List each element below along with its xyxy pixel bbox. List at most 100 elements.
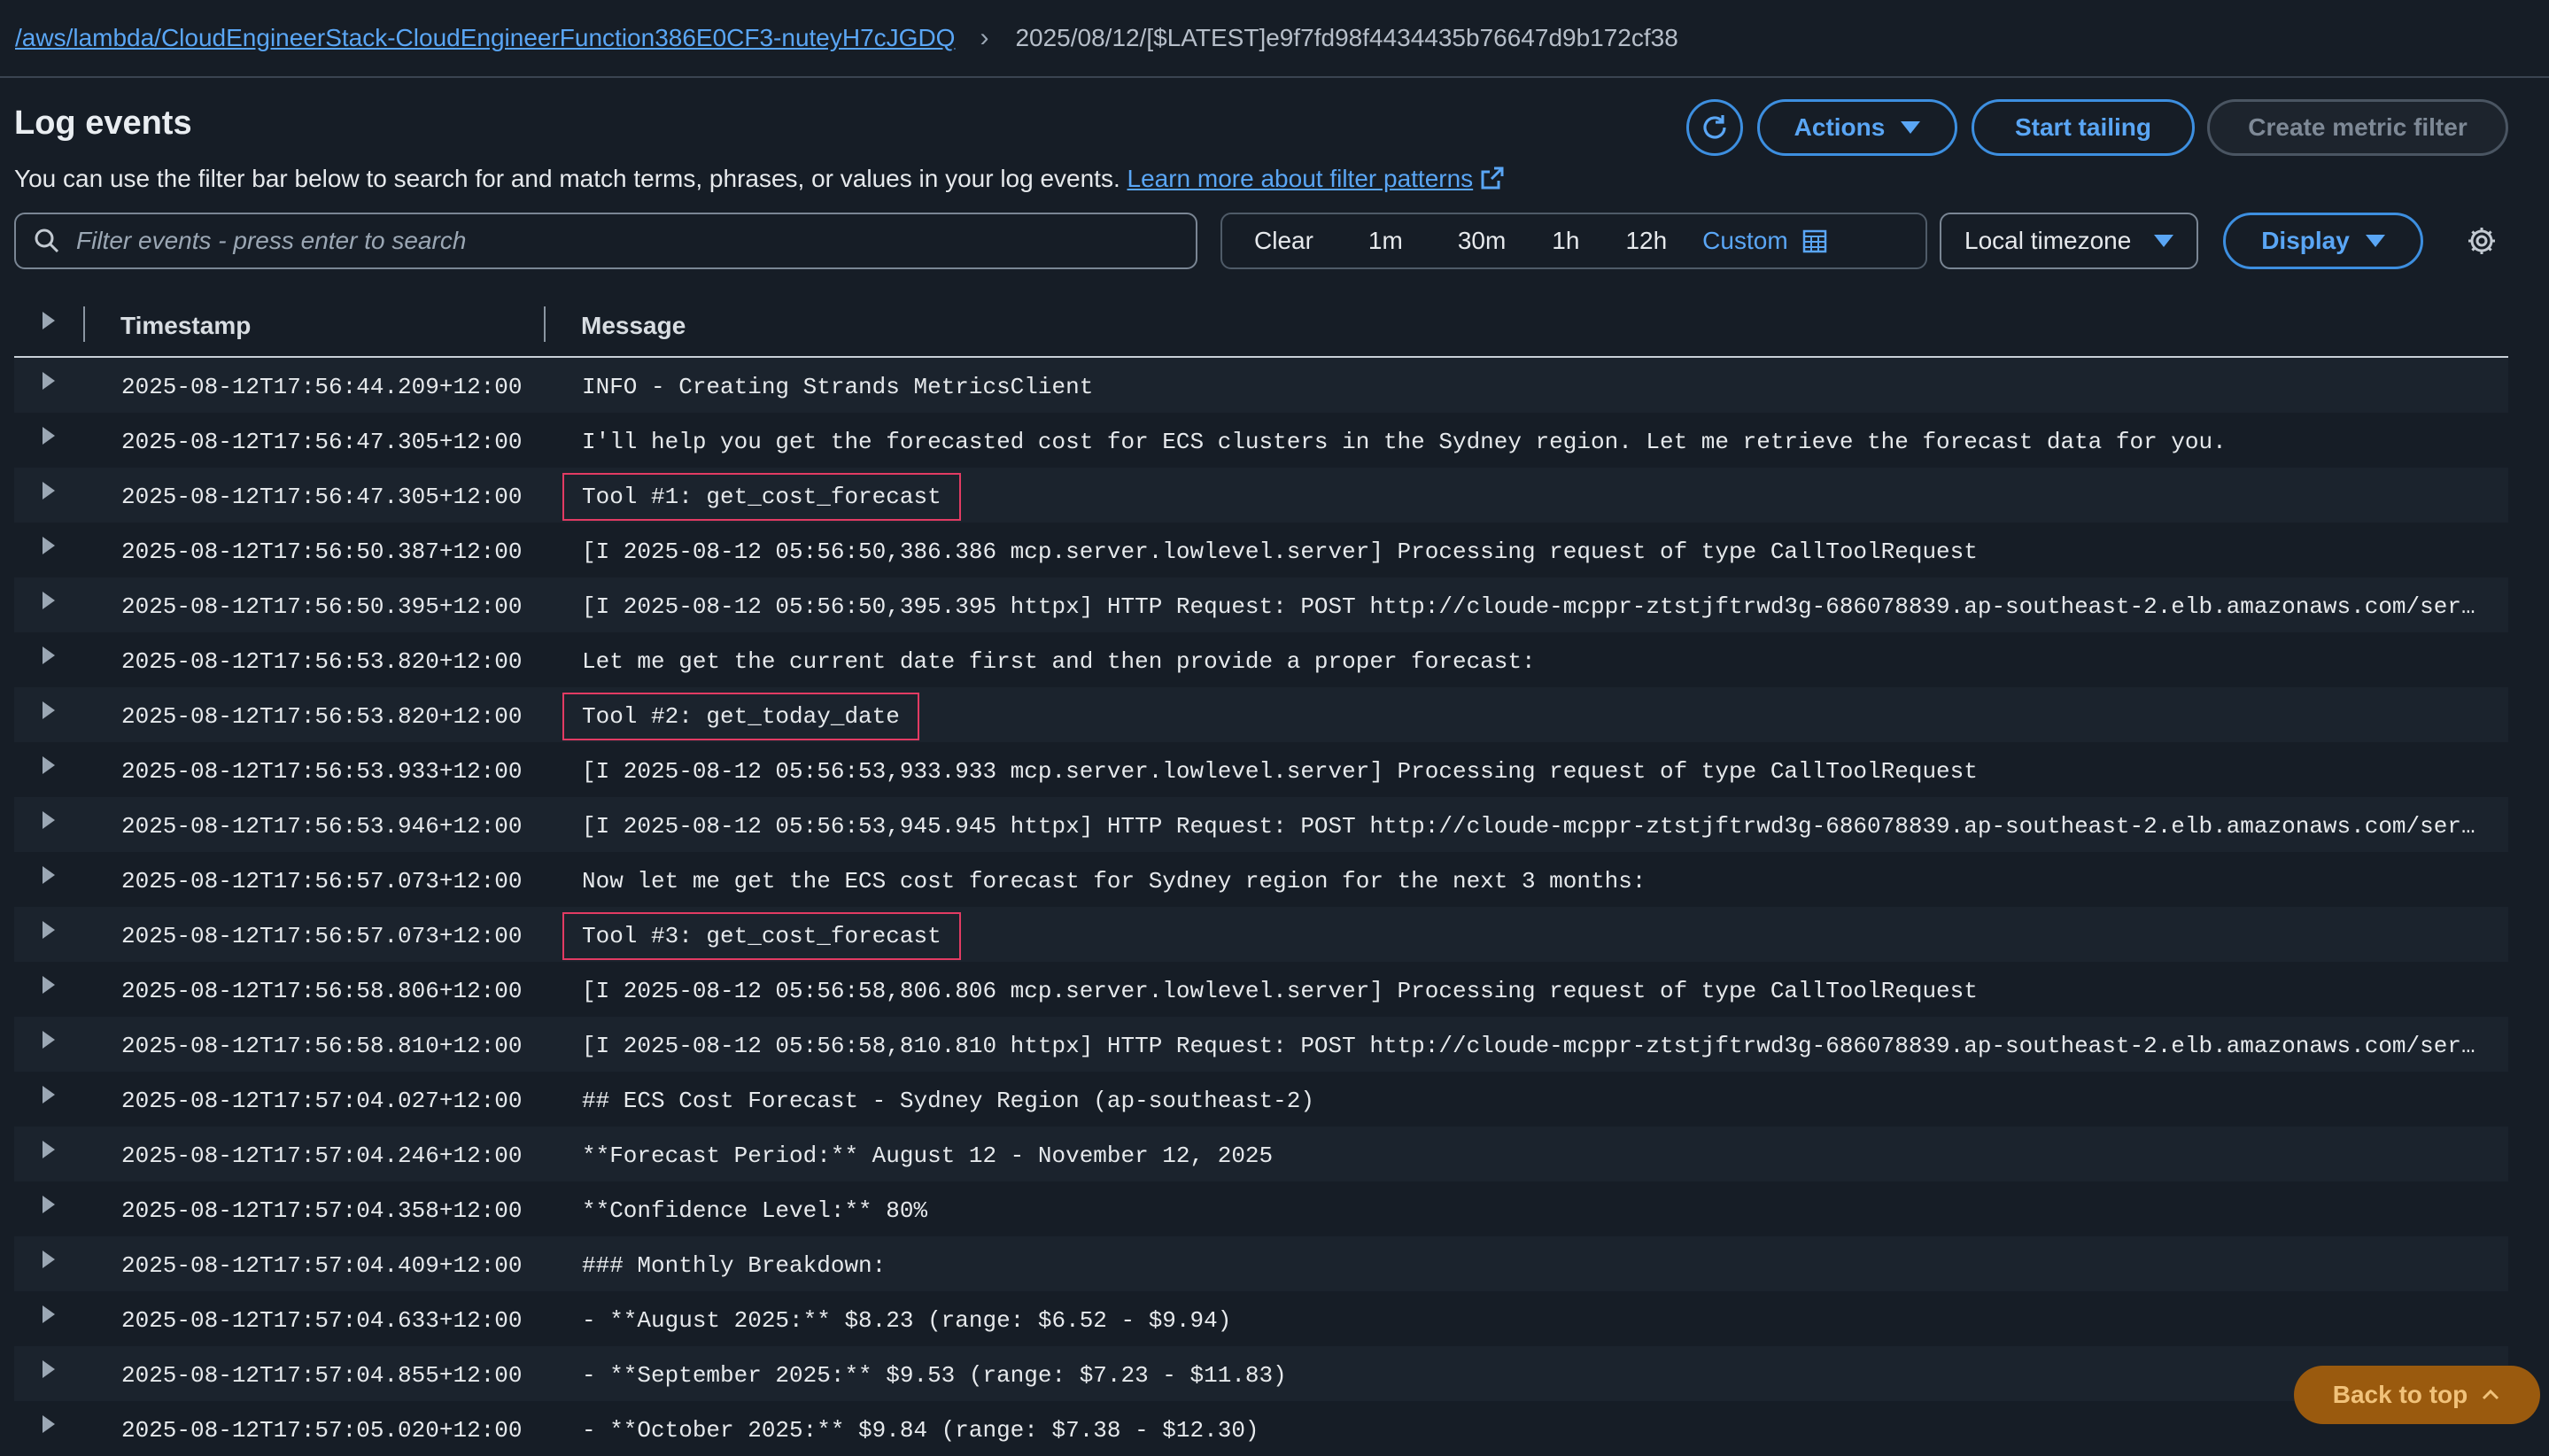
expand-row-icon[interactable] (43, 427, 55, 445)
range-1h[interactable]: 1h (1527, 227, 1600, 255)
expand-row-icon[interactable] (43, 866, 55, 884)
log-message: [I 2025-08-12 05:56:50,395.395 httpx] HT… (582, 593, 2486, 620)
caret-down-icon (2365, 235, 2385, 247)
log-message: - **October 2025:** $9.84 (range: $7.38 … (582, 1417, 1259, 1444)
refresh-button[interactable] (1686, 99, 1743, 156)
log-event-row[interactable]: 2025-08-12T17:56:50.395+12:00 [I 2025-08-… (14, 577, 2508, 632)
start-tailing-button[interactable]: Start tailing (1972, 99, 2195, 156)
expand-row-icon[interactable] (43, 1360, 55, 1378)
log-message: Tool #1: get_cost_forecast (562, 473, 961, 521)
calendar-icon (1802, 229, 1826, 253)
range-custom[interactable]: Custom (1688, 227, 1848, 255)
log-event-row[interactable]: 2025-08-12T17:56:47.305+12:00 I'll help y… (14, 413, 2508, 468)
time-range-selector: Clear 1m 30m 1h 12h Custom (1220, 213, 1927, 269)
expand-row-icon[interactable] (43, 1251, 55, 1268)
expand-row-icon[interactable] (43, 811, 55, 829)
log-message: INFO - Creating Strands MetricsClient (582, 374, 1094, 400)
expand-row-icon[interactable] (43, 1196, 55, 1213)
range-1m[interactable]: 1m (1335, 227, 1424, 255)
expand-row-icon[interactable] (43, 976, 55, 994)
log-event-row[interactable]: 2025-08-12T17:56:57.073+12:00 Now let me … (14, 852, 2508, 907)
log-message: [I 2025-08-12 05:56:53,933.933 mcp.serve… (582, 758, 1978, 785)
log-message: ### Monthly Breakdown: (582, 1252, 887, 1279)
log-event-row[interactable]: 2025-08-12T17:56:57.073+12:00 Tool #3: ge… (14, 907, 2508, 962)
expand-row-icon[interactable] (43, 537, 55, 554)
range-clear[interactable]: Clear (1222, 227, 1335, 255)
column-divider (83, 306, 85, 342)
expand-row-icon[interactable] (43, 701, 55, 719)
log-event-row[interactable]: 2025-08-12T17:56:53.946+12:00 [I 2025-08-… (14, 797, 2508, 852)
log-event-row[interactable]: 2025-08-12T17:56:53.933+12:00 [I 2025-08-… (14, 742, 2508, 797)
log-event-row[interactable]: 2025-08-12T17:57:04.409+12:00 ### Monthly… (14, 1236, 2508, 1291)
log-timestamp: 2025-08-12T17:57:04.633+12:00 (121, 1307, 523, 1334)
log-event-row[interactable]: 2025-08-12T17:57:04.358+12:00 **Confidenc… (14, 1181, 2508, 1236)
caret-down-icon (1901, 121, 1921, 134)
range-30m[interactable]: 30m (1424, 227, 1527, 255)
expand-row-icon[interactable] (43, 1086, 55, 1104)
expand-row-icon[interactable] (43, 482, 55, 500)
range-custom-label: Custom (1702, 227, 1788, 254)
log-message: [I 2025-08-12 05:56:53,945.945 httpx] HT… (582, 813, 2486, 840)
display-button[interactable]: Display (2223, 213, 2423, 269)
back-to-top-button[interactable]: Back to top (2294, 1366, 2540, 1424)
expand-row-icon[interactable] (43, 592, 55, 609)
log-message: - **August 2025:** $8.23 (range: $6.52 -… (582, 1307, 1232, 1334)
log-timestamp: 2025-08-12T17:57:04.027+12:00 (121, 1088, 523, 1114)
expand-row-icon[interactable] (43, 1415, 55, 1433)
log-event-row[interactable]: 2025-08-12T17:57:04.027+12:00 ## ECS Cost… (14, 1072, 2508, 1127)
expand-row-icon[interactable] (43, 1141, 55, 1158)
log-timestamp: 2025-08-12T17:56:58.806+12:00 (121, 978, 523, 1004)
timezone-selected: Local timezone (1964, 227, 2132, 254)
log-event-row[interactable]: 2025-08-12T17:57:04.246+12:00 **Forecast … (14, 1127, 2508, 1181)
breadcrumb-log-stream: 2025/08/12/[$LATEST]e9f7fd98f4434435b766… (1015, 24, 1678, 51)
external-link-icon (1481, 167, 1504, 190)
expand-row-icon[interactable] (43, 921, 55, 939)
range-12h[interactable]: 12h (1600, 227, 1688, 255)
caret-down-icon (2154, 235, 2174, 247)
log-event-row[interactable]: 2025-08-12T17:56:53.820+12:00 Let me get … (14, 632, 2508, 687)
description-text: You can use the filter bar below to sear… (14, 165, 1120, 192)
learn-more-link[interactable]: Learn more about filter patterns (1127, 165, 1506, 192)
expand-row-icon[interactable] (43, 1305, 55, 1323)
log-event-row[interactable]: 2025-08-12T17:57:04.855+12:00 - **Septemb… (14, 1346, 2508, 1401)
filter-events-search[interactable] (14, 213, 1197, 269)
log-event-row[interactable]: 2025-08-12T17:56:53.820+12:00 Tool #2: ge… (14, 687, 2508, 742)
column-header-message[interactable]: Message (581, 312, 686, 340)
log-event-row[interactable]: 2025-08-12T17:56:44.209+12:00 INFO - Crea… (14, 358, 2508, 413)
log-timestamp: 2025-08-12T17:57:04.358+12:00 (121, 1197, 523, 1224)
log-message: Now let me get the ECS cost forecast for… (582, 868, 1646, 895)
log-message: Tool #2: get_today_date (562, 693, 919, 740)
actions-button[interactable]: Actions (1757, 99, 1957, 156)
log-timestamp: 2025-08-12T17:56:44.209+12:00 (121, 374, 523, 400)
gear-icon (2468, 228, 2495, 254)
expand-row-icon[interactable] (43, 372, 55, 390)
search-input[interactable] (74, 226, 1196, 256)
log-timestamp: 2025-08-12T17:56:53.933+12:00 (121, 758, 523, 785)
highlighted-tool-call: Tool #2: get_today_date (562, 693, 919, 740)
breadcrumb: /aws/lambda/CloudEngineerStack-CloudEngi… (0, 0, 2549, 78)
highlighted-tool-call: Tool #3: get_cost_forecast (562, 912, 961, 960)
log-event-row[interactable]: 2025-08-12T17:56:50.387+12:00 [I 2025-08-… (14, 523, 2508, 577)
log-message: Tool #3: get_cost_forecast (562, 912, 961, 960)
column-resize-handle[interactable] (544, 306, 546, 342)
create-metric-filter-button[interactable]: Create metric filter (2207, 99, 2508, 156)
expand-row-icon[interactable] (43, 647, 55, 664)
column-header-timestamp[interactable]: Timestamp (120, 312, 251, 340)
learn-more-label: Learn more about filter patterns (1127, 165, 1474, 192)
log-event-row[interactable]: 2025-08-12T17:56:47.305+12:00 Tool #1: ge… (14, 468, 2508, 523)
log-event-row[interactable]: 2025-08-12T17:57:04.633+12:00 - **August … (14, 1291, 2508, 1346)
settings-button[interactable] (2466, 225, 2498, 257)
log-event-row[interactable]: 2025-08-12T17:56:58.810+12:00 [I 2025-08-… (14, 1017, 2508, 1072)
expand-all-icon[interactable] (43, 312, 55, 329)
log-events-list: 2025-08-12T17:56:44.209+12:00 INFO - Crea… (14, 358, 2508, 1456)
log-event-row[interactable]: 2025-08-12T17:56:58.806+12:00 [I 2025-08-… (14, 962, 2508, 1017)
timezone-select[interactable]: Local timezone (1940, 213, 2198, 269)
breadcrumb-log-group-link[interactable]: /aws/lambda/CloudEngineerStack-CloudEngi… (15, 24, 955, 52)
page-title: Log events (14, 105, 192, 142)
chevron-up-icon (2483, 1389, 2499, 1400)
log-message: [I 2025-08-12 05:56:50,386.386 mcp.serve… (582, 538, 1978, 565)
expand-row-icon[interactable] (43, 1031, 55, 1049)
expand-row-icon[interactable] (43, 756, 55, 774)
search-icon (35, 228, 59, 253)
log-event-row[interactable]: 2025-08-12T17:57:05.020+12:00 - **October… (14, 1401, 2508, 1456)
